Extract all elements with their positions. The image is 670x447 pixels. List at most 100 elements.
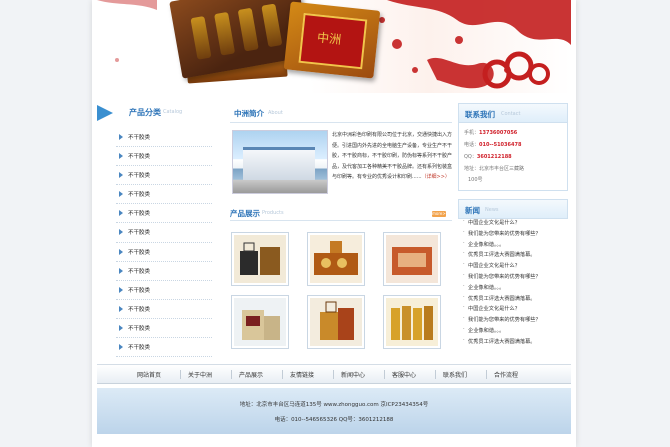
arrow-icon <box>97 105 113 121</box>
category-item-label: 不干胶类 <box>128 345 151 352</box>
news-item[interactable]: 中国企业文化是什么？ <box>462 218 566 230</box>
category-item[interactable]: 不干胶类 <box>116 338 212 358</box>
news-item[interactable]: 我们能为您带来的优势有哪些？ <box>462 315 566 327</box>
contact-address-2: 100号 <box>468 177 483 183</box>
news-title: 新闻 <box>465 206 480 215</box>
category-item[interactable]: 不干胶类 <box>116 281 212 300</box>
category-item-label: 不干胶类 <box>128 325 151 332</box>
category-item[interactable]: 不干胶类 <box>116 185 212 205</box>
news-item[interactable]: 中国企业文化是什么？ <box>462 304 566 316</box>
nav-item[interactable]: 新闻中心 <box>341 370 365 379</box>
divider <box>230 220 452 221</box>
triangle-bullet-icon <box>119 248 123 255</box>
contact-header: 联系我们 Contact <box>458 103 568 123</box>
nav-separator <box>435 370 436 379</box>
contact-mobile: 手机：13736007056 <box>464 130 518 136</box>
news-header: 新闻 News <box>458 199 568 219</box>
triangle-bullet-icon <box>119 210 123 217</box>
triangle-bullet-icon <box>119 134 123 140</box>
category-item[interactable]: 不干胶类 <box>116 147 212 167</box>
nav-separator <box>333 370 334 379</box>
product-thumb[interactable] <box>383 232 441 286</box>
category-item[interactable]: 不干胶类 <box>116 204 212 224</box>
footer: 地址：北京市丰台区马连道135号 www.zhongguo.com 京ICP23… <box>97 388 571 434</box>
product-box-closed: 中洲 <box>283 1 381 79</box>
intro-text: 北京中洲彩色印刷有限公司位于北京，交通快捷出入方便。引进国内外先进的全电脑生产设… <box>332 132 453 181</box>
category-item[interactable]: 不干胶类 <box>116 128 212 148</box>
nav-item[interactable]: 友情链接 <box>290 370 314 379</box>
divider <box>230 122 452 123</box>
category-item[interactable]: 不干胶类 <box>116 223 212 243</box>
products-title-en: Products <box>262 210 284 216</box>
category-item-label: 不干胶类 <box>128 287 151 294</box>
category-item-label: 不干胶类 <box>128 135 151 141</box>
category-item-label: 不干胶类 <box>128 268 151 275</box>
category-title-en: Catalog <box>163 109 183 115</box>
nav-item[interactable]: 联系我们 <box>443 370 467 379</box>
category-item[interactable]: 不干胶类 <box>116 300 212 319</box>
product-thumb[interactable] <box>383 295 441 349</box>
product-thumb[interactable] <box>307 295 365 349</box>
triangle-bullet-icon <box>119 153 123 160</box>
contact-title: 联系我们 <box>465 110 495 119</box>
product-thumb[interactable] <box>231 232 289 286</box>
news-item[interactable]: 企业像和谐。。。 <box>462 240 566 252</box>
news-item[interactable]: 我们能为您带来的优势有哪些？ <box>462 272 566 284</box>
triangle-bullet-icon <box>119 229 123 236</box>
category-item[interactable]: 不干胶类 <box>116 319 212 339</box>
triangle-bullet-icon <box>119 344 123 351</box>
triangle-bullet-icon <box>119 286 123 293</box>
nav-item[interactable]: 合作流程 <box>494 370 518 379</box>
footer-address: 地址：北京市丰台区马连道135号 www.zhongguo.com 京ICP23… <box>239 402 429 408</box>
category-item-label: 不干胶类 <box>128 173 151 180</box>
intro-more-link[interactable]: （详细>>） <box>422 174 450 180</box>
nav-separator <box>384 370 385 379</box>
nav-separator <box>282 370 283 379</box>
category-item-label: 不干胶类 <box>128 211 151 218</box>
triangle-bullet-icon <box>119 172 123 179</box>
footer-contact: 电话：010--546565326 QQ号：3601212188 <box>274 417 394 423</box>
product-thumb[interactable] <box>231 295 289 349</box>
product-thumb[interactable] <box>307 232 365 286</box>
triangle-bullet-icon <box>119 324 123 331</box>
banner: 中洲 <box>97 0 571 93</box>
news-item[interactable]: 我们能为您带来的优势有哪些？ <box>462 229 566 241</box>
nav-separator <box>231 370 232 379</box>
category-item-label: 不干胶类 <box>128 154 151 161</box>
category-item-label: 不干胶类 <box>128 306 151 313</box>
category-item[interactable]: 不干胶类 <box>116 243 212 262</box>
news-item[interactable]: 企业像和谐。。。 <box>462 326 566 338</box>
triangle-bullet-icon <box>119 305 123 312</box>
category-title: 产品分类 <box>129 108 161 117</box>
intro-title: 中洲简介 <box>234 109 264 118</box>
category-item-label: 不干胶类 <box>128 192 151 199</box>
rings-logo-decoration <box>482 51 550 89</box>
news-item[interactable]: 优秀员工评选大赛圆满落幕。 <box>462 337 566 349</box>
factory-photo <box>232 130 328 194</box>
category-item-label: 不干胶类 <box>128 230 151 237</box>
category-item[interactable]: 不干胶类 <box>116 262 212 281</box>
nav-separator <box>180 370 181 379</box>
main-nav: 网站首页 关于中洲 产品展示 友情链接 新闻中心 客服中心 联系我们 合作流程 <box>97 364 571 384</box>
nav-item[interactable]: 网站首页 <box>137 370 161 379</box>
news-item[interactable]: 优秀员工评选大赛圆满落幕。 <box>462 294 566 306</box>
contact-title-en: Contact <box>501 111 521 117</box>
intro-title-en: About <box>268 110 283 116</box>
triangle-bullet-icon <box>119 267 123 274</box>
news-item[interactable]: 优秀员工评选大赛圆满落幕。 <box>462 250 566 262</box>
nav-item[interactable]: 产品展示 <box>239 370 263 379</box>
category-list: 不干胶类 不干胶类 不干胶类 不干胶类 不干胶类 不干胶类 不干胶类 不干胶类 不干胶类 不干胶类… <box>116 128 212 358</box>
category-item-label: 不干胶类 <box>128 249 151 256</box>
contact-qq: QQ：3601212188 <box>464 154 512 160</box>
news-item[interactable]: 中国企业文化是什么？ <box>462 261 566 273</box>
nav-item[interactable]: 客服中心 <box>392 370 416 379</box>
news-item[interactable]: 企业像和谐。。。 <box>462 283 566 295</box>
products-more-button[interactable]: more>> <box>432 211 449 217</box>
nav-separator <box>486 370 487 379</box>
news-list: 中国企业文化是什么？我们能为您带来的优势有哪些？企业像和谐。。。优秀员工评选大赛… <box>462 218 566 349</box>
category-item[interactable]: 不干胶类 <box>116 166 212 186</box>
news-title-en: News <box>485 207 499 213</box>
contact-address: 地址：北京市丰台区三藏路 <box>464 166 525 172</box>
category-header: 产品分类 Catalog <box>97 102 215 124</box>
nav-item[interactable]: 关于中洲 <box>188 370 212 379</box>
